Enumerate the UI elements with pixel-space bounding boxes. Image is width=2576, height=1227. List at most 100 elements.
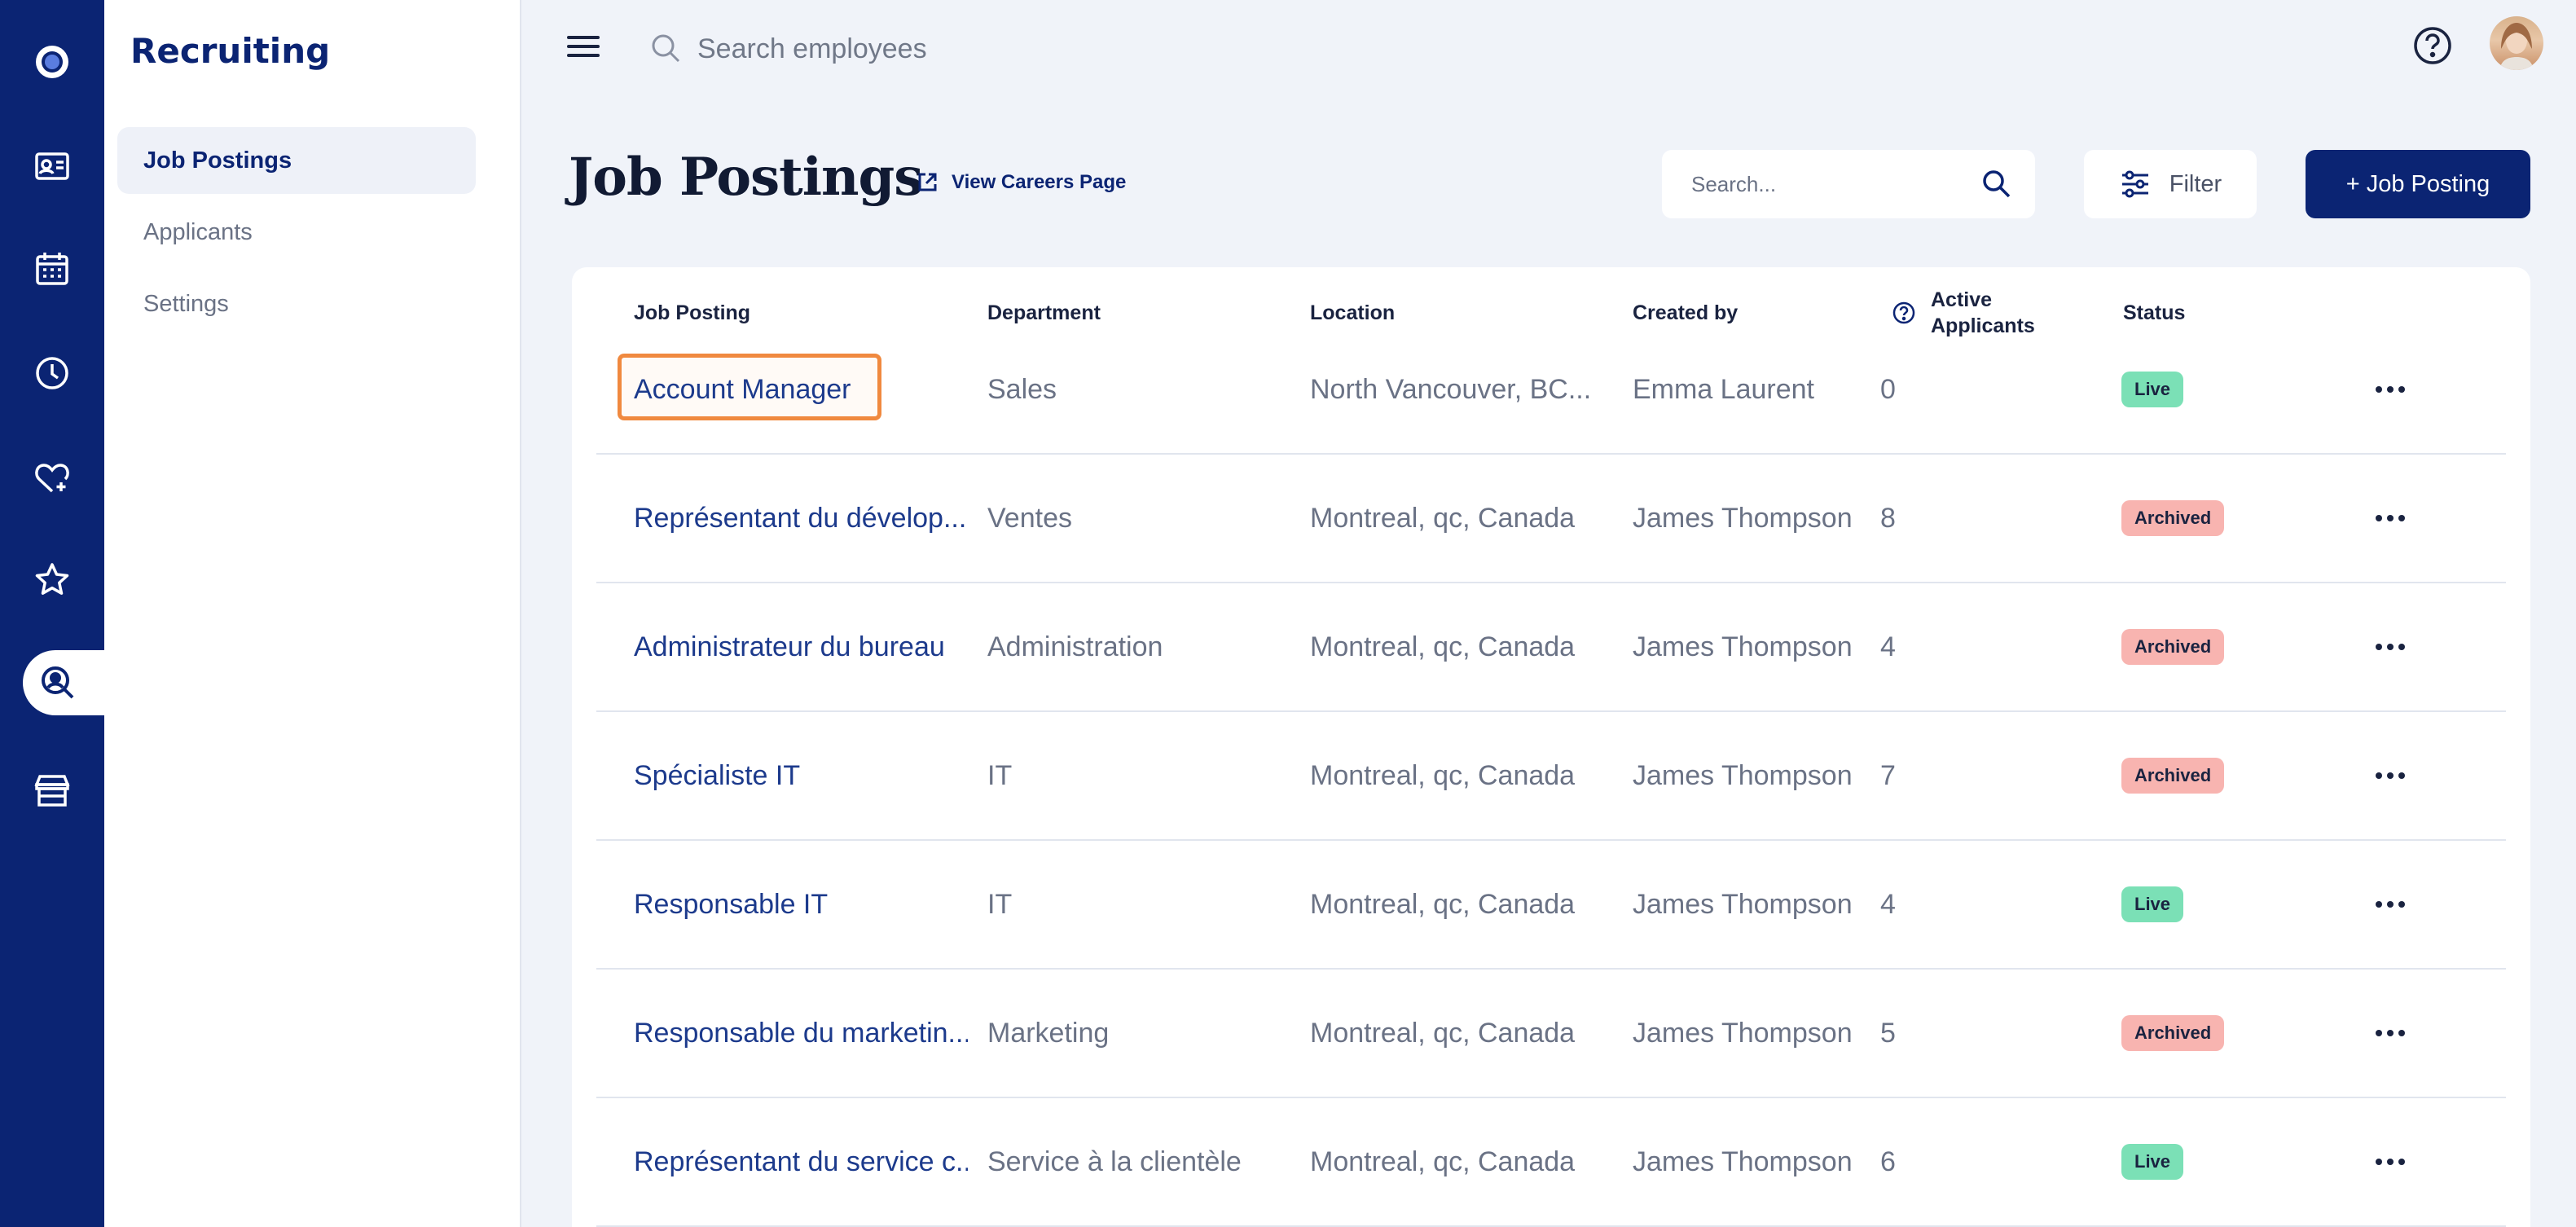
created-by-cell: James Thompson	[1633, 1146, 1853, 1177]
search-icon[interactable]	[1980, 167, 2014, 201]
subnav-item-settings[interactable]: Settings	[117, 270, 476, 337]
more-options-icon[interactable]	[2366, 1098, 2415, 1225]
created-by-cell: James Thompson	[1633, 759, 1853, 791]
sliders-icon	[2121, 170, 2148, 198]
calendar-icon[interactable]	[0, 236, 104, 301]
applicants-count-cell: 5	[1880, 1017, 1896, 1049]
table-row[interactable]: Représentant du service c... Service à la…	[596, 1098, 2506, 1227]
help-icon[interactable]	[2411, 24, 2454, 67]
active-applicants-line-1: Active	[1931, 288, 1993, 311]
status-cell: Live	[2121, 1098, 2333, 1225]
job-title-cell[interactable]: Représentant du dévelop...	[634, 455, 968, 582]
department-cell: Sales	[987, 373, 1057, 405]
status-cell: Archived	[2121, 455, 2333, 582]
logo-icon[interactable]	[0, 29, 104, 95]
created-by-cell: James Thompson	[1633, 1017, 1853, 1049]
location-cell: Montreal, qc, Canada	[1310, 759, 1576, 791]
department-cell: Service à la clientèle	[987, 1146, 1242, 1177]
store-icon[interactable]	[0, 758, 104, 823]
department-cell: Ventes	[987, 502, 1072, 534]
view-careers-page-link[interactable]: View Careers Page	[916, 171, 1126, 194]
job-title-cell[interactable]: Responsable du marketin...	[634, 970, 968, 1097]
location-cell: Montreal, qc, Canada	[1310, 888, 1576, 920]
question-icon[interactable]	[1892, 301, 1916, 325]
recruiting-subnav: Recruiting Job Postings Applicants Setti…	[104, 0, 521, 1227]
search-icon	[652, 34, 680, 63]
filter-button[interactable]: Filter	[2084, 150, 2257, 218]
avatar[interactable]	[2490, 16, 2543, 70]
careers-link-label: View Careers Page	[952, 171, 1127, 193]
applicants-count-cell: 4	[1880, 631, 1896, 662]
subnav-title: Recruiting	[130, 31, 331, 71]
table-row[interactable]: Représentant du dévelop... Ventes Montreal…	[596, 455, 2506, 583]
more-options-icon[interactable]	[2366, 841, 2415, 968]
status-cell: Archived	[2121, 583, 2333, 710]
id-card-icon[interactable]	[0, 134, 104, 199]
more-options-icon[interactable]	[2366, 455, 2415, 582]
status-badge: Archived	[2121, 500, 2225, 536]
star-icon[interactable]	[0, 548, 104, 613]
employee-search-input[interactable]	[697, 28, 1268, 70]
status-badge: Archived	[2121, 758, 2225, 794]
heart-plus-icon[interactable]	[0, 445, 104, 510]
column-header-created-by[interactable]: Created by	[1633, 300, 1738, 326]
more-options-icon[interactable]	[2366, 326, 2415, 453]
location-cell: North Vancouver, BC...	[1310, 373, 1592, 405]
column-header-job-posting[interactable]: Job Posting	[634, 300, 750, 326]
filter-label: Filter	[2169, 170, 2222, 197]
status-badge: Live	[2121, 1144, 2184, 1180]
status-cell: Live	[2121, 841, 2333, 968]
job-search-input[interactable]	[1691, 171, 1980, 197]
job-title-cell[interactable]: Administrateur du bureau	[634, 583, 968, 710]
table-row[interactable]: Responsable du marketin... Marketing Montr…	[596, 970, 2506, 1098]
department-cell: IT	[987, 759, 1013, 791]
status-badge: Archived	[2121, 1015, 2225, 1051]
job-search-box	[1662, 150, 2035, 218]
page-title: Job Postings	[569, 147, 923, 208]
applicants-count-cell: 0	[1880, 373, 1896, 405]
department-cell: Administration	[987, 631, 1163, 662]
table-row[interactable]: Responsable IT IT Montreal, qc, Canada Jame…	[596, 841, 2506, 970]
job-title-cell[interactable]: Account Manager	[634, 326, 968, 453]
status-cell: Archived	[2121, 970, 2333, 1097]
job-title-cell[interactable]: Responsable IT	[634, 841, 968, 968]
more-options-icon[interactable]	[2366, 583, 2415, 710]
status-badge: Live	[2121, 886, 2184, 922]
created-by-cell: James Thompson	[1633, 888, 1853, 920]
applicants-count-cell: 8	[1880, 502, 1896, 534]
department-cell: IT	[987, 888, 1013, 920]
external-link-icon	[918, 173, 937, 191]
status-cell: Archived	[2121, 712, 2333, 839]
clock-icon[interactable]	[0, 341, 104, 406]
recruiting-search-icon[interactable]	[23, 650, 104, 715]
department-cell: Marketing	[987, 1017, 1110, 1049]
status-cell: Live	[2121, 326, 2333, 453]
app-rail	[0, 0, 104, 1227]
job-title-cell[interactable]: Spécialiste IT	[634, 712, 968, 839]
created-by-cell: James Thompson	[1633, 631, 1853, 662]
subnav-item-applicants[interactable]: Applicants	[117, 199, 476, 266]
job-postings-table: Job Posting Department Location Created …	[572, 267, 2530, 1227]
created-by-cell: Emma Laurent	[1633, 373, 1814, 405]
job-title-cell[interactable]: Représentant du service c...	[634, 1098, 968, 1225]
table-row[interactable]: Administrateur du bureau Administration Mo…	[596, 583, 2506, 712]
location-cell: Montreal, qc, Canada	[1310, 1146, 1576, 1177]
column-header-department[interactable]: Department	[987, 300, 1101, 326]
column-header-status[interactable]: Status	[2123, 300, 2185, 326]
more-options-icon[interactable]	[2366, 712, 2415, 839]
more-options-icon[interactable]	[2366, 970, 2415, 1097]
table-row[interactable]: Spécialiste IT IT Montreal, qc, Canada Jame…	[596, 712, 2506, 841]
applicants-count-cell: 7	[1880, 759, 1896, 791]
menu-icon[interactable]	[567, 36, 600, 62]
location-cell: Montreal, qc, Canada	[1310, 631, 1576, 662]
location-cell: Montreal, qc, Canada	[1310, 1017, 1576, 1049]
applicants-count-cell: 4	[1880, 888, 1896, 920]
add-job-posting-button[interactable]: + Job Posting	[2306, 150, 2530, 218]
table-row[interactable]: Account Manager Sales North Vancouver, BC.…	[596, 326, 2506, 455]
location-cell: Montreal, qc, Canada	[1310, 502, 1576, 534]
column-header-location[interactable]: Location	[1310, 300, 1395, 326]
status-badge: Live	[2121, 372, 2184, 407]
applicants-count-cell: 6	[1880, 1146, 1896, 1177]
created-by-cell: James Thompson	[1633, 502, 1853, 534]
subnav-item-job-postings[interactable]: Job Postings	[117, 127, 476, 194]
